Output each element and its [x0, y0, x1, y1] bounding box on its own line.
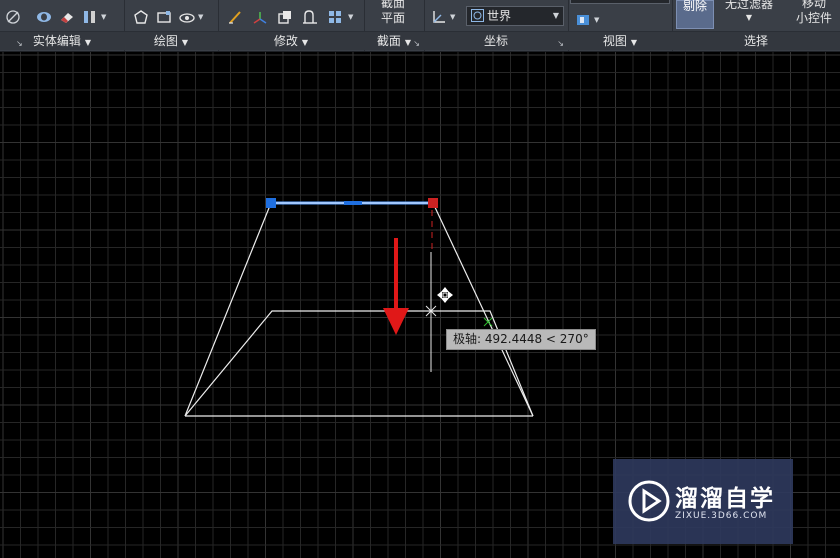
fillet-icon[interactable]	[276, 8, 294, 26]
extract-icon[interactable]	[81, 8, 99, 26]
edit-icon[interactable]	[301, 8, 319, 26]
section-plane-button[interactable]: 截面 平面	[364, 0, 422, 26]
array-icon[interactable]	[326, 8, 344, 26]
rectangle-icon[interactable]	[155, 8, 173, 26]
chevron-down-icon: ▼	[84, 38, 92, 47]
panel-title-label: 坐标	[483, 34, 508, 48]
view-cube-icon[interactable]	[574, 11, 592, 29]
no-filter-label: 无过滤器	[724, 0, 773, 11]
chevron-down-icon[interactable]: ▼	[450, 13, 455, 21]
remove-button[interactable]: 剔除	[676, 0, 714, 29]
polygon-icon[interactable]	[132, 8, 150, 26]
eye-icon[interactable]	[178, 8, 196, 26]
brush-icon[interactable]	[226, 8, 244, 26]
panel-solid-edit: ▼ 实体编辑 ▼ ↘	[0, 0, 125, 51]
chevron-down-icon: ▼	[552, 11, 559, 20]
globe-icon	[471, 9, 484, 27]
chevron-down-icon[interactable]: ▼	[594, 16, 599, 24]
move-gizmo-line2: 小控件	[795, 11, 832, 25]
dialog-launcher-icon[interactable]: ↘	[16, 39, 23, 48]
chevron-down-icon: ▼	[181, 38, 189, 47]
panel-title-view[interactable]: 视图 ▼	[568, 31, 672, 50]
chevron-down-icon[interactable]: ▼	[101, 13, 106, 21]
shell-icon[interactable]	[35, 8, 53, 26]
chevron-down-icon: ▼	[745, 13, 753, 22]
left-edge	[184, 202, 272, 417]
watermark: 溜溜自学 ZIXUE.3D66.COM	[613, 459, 793, 544]
chevron-down-icon: ▼	[630, 38, 638, 47]
orbit-icon[interactable]	[4, 8, 22, 26]
watermark-name: 溜溜自学	[675, 486, 775, 512]
ucs-axis-icon[interactable]	[430, 8, 448, 26]
panel-modify: ▼ 修改 ▼	[218, 0, 365, 51]
chevron-down-icon: ▼	[301, 38, 309, 47]
panel-title-label: 实体编辑	[32, 34, 81, 48]
dialog-launcher-icon[interactable]: ↘	[413, 39, 420, 48]
panel-title-selection[interactable]: 选择	[672, 31, 840, 50]
remove-label: 剔除	[682, 0, 707, 13]
eraser-icon[interactable]	[58, 8, 76, 26]
panel-title-label: 绘图	[153, 34, 178, 48]
ucs-icon[interactable]	[251, 8, 269, 26]
panel-title-modify[interactable]: 修改 ▼	[218, 31, 364, 50]
panel-title-label: 视图	[602, 34, 627, 48]
section-plane-line2: 平面	[380, 11, 405, 25]
move-cursor-icon	[437, 287, 453, 303]
polar-tooltip-text: 极轴: 492.4448 < 270°	[453, 332, 589, 346]
panel-draw: ▼ 绘图 ▼	[124, 0, 219, 51]
polar-tooltip: 极轴: 492.4448 < 270°	[446, 329, 596, 350]
ribbon: ▼ 实体编辑 ▼ ↘ ▼ 绘图 ▼ ▼ 修改 ▼ 截面 平面 截面 ▼ ↘ ▼ …	[0, 0, 840, 52]
view-dropdown-edge[interactable]	[570, 0, 670, 4]
no-filter-dropdown[interactable]: 无过滤器 ▼	[720, 0, 778, 25]
panel-title-draw[interactable]: 绘图 ▼	[124, 31, 218, 50]
dialog-launcher-icon[interactable]: ↘	[557, 39, 564, 48]
chevron-down-icon[interactable]: ▼	[198, 13, 203, 21]
move-gizmo-line1: 移动	[801, 0, 826, 10]
watermark-url: ZIXUE.3D66.COM	[675, 511, 768, 521]
right-edge	[432, 202, 534, 417]
play-logo-icon	[628, 480, 670, 522]
trapezoid-model	[184, 202, 534, 417]
chevron-down-icon[interactable]: ▼	[348, 13, 353, 21]
panel-title-coordinates[interactable]: 坐标	[424, 31, 568, 50]
panel-title-label: 修改	[273, 34, 298, 48]
panel-section: 截面 平面 截面 ▼ ↘	[364, 0, 425, 51]
panel-view: ▼ 视图 ▼	[568, 0, 673, 51]
coordinate-system-value: 世界	[487, 9, 512, 23]
panel-title-label: 选择	[743, 34, 768, 48]
inner-edge	[184, 310, 534, 417]
grip-left	[266, 198, 276, 208]
section-plane-line1: 截面	[380, 0, 405, 10]
midpoint-grip	[344, 201, 362, 205]
selected-top-edge[interactable]	[266, 198, 438, 208]
grip-right-hot	[428, 198, 438, 208]
move-gizmo-button[interactable]: 移动 小控件	[788, 0, 840, 26]
panel-title-label: 截面	[376, 34, 401, 48]
coordinate-system-dropdown[interactable]: 世界 ▼	[466, 6, 564, 26]
chevron-down-icon: ▼	[404, 38, 412, 47]
